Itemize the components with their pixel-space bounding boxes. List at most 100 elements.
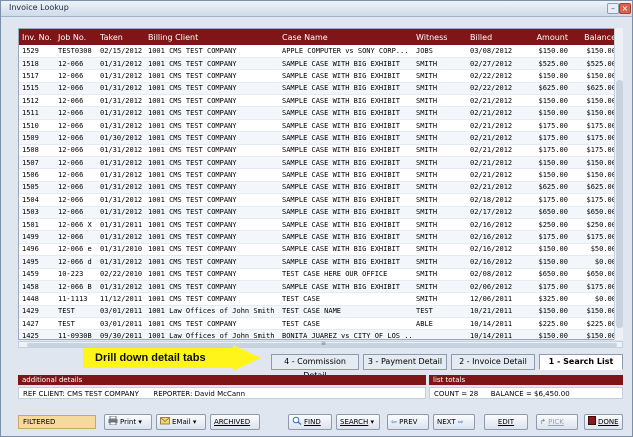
table-cell: 1001 CMS TEST COMPANY	[145, 156, 279, 170]
table-cell: SAMPLE CASE WITH BIG EXHIBIT	[279, 106, 413, 120]
table-row[interactable]: 1529 TEST0308 02/15/2012 1001 CMS TEST COMP…	[19, 45, 619, 58]
table-cell: $0.00	[571, 292, 619, 306]
column-header[interactable]: Billing Client	[145, 29, 279, 45]
table-cell: $250.00	[571, 218, 619, 232]
table-row[interactable]: 1503 12-066 01/31/2012 1001 CMS TEST COMPAN…	[19, 206, 619, 219]
column-header[interactable]: Job No.	[55, 29, 97, 45]
table-row[interactable]: 1427 TEST 03/01/2011 1001 CMS TEST COMPANY T…	[19, 317, 619, 331]
column-header[interactable]: Taken	[97, 29, 145, 45]
table-row[interactable]: 1429 TEST 03/01/2011 1001 Law Offices of Jo…	[19, 305, 619, 319]
table-cell: SMITH	[413, 255, 467, 269]
email-icon	[160, 417, 170, 425]
print-button[interactable]: Print ▾	[104, 414, 152, 430]
table-row[interactable]: 1425 11-0930B 09/30/2011 1001 Law Offices o…	[19, 329, 619, 339]
table-cell: $150.00	[525, 69, 571, 83]
table-cell: $150.00	[571, 45, 619, 58]
search-label: SEARCH	[340, 418, 369, 426]
table-cell: 03/01/2011	[97, 317, 145, 331]
column-header[interactable]: Case Name	[279, 29, 413, 45]
table-cell: SMITH	[413, 206, 467, 219]
table-cell: $175.00	[571, 144, 619, 158]
table-row[interactable]: 1501 12-066 X 01/31/2011 1001 CMS TEST COMP…	[19, 218, 619, 232]
table-row[interactable]: 1458 12-066 B 01/31/2012 1001 CMS TEST COMP…	[19, 280, 619, 294]
column-header[interactable]: Balance	[571, 29, 619, 45]
table-cell: 01/31/2012	[97, 119, 145, 133]
minimize-icon[interactable]: –	[607, 3, 619, 14]
done-button[interactable]: DONE	[584, 414, 623, 430]
tab-invoice-detail[interactable]: 2 - Invoice Detail	[451, 354, 535, 370]
table-cell: 1504	[19, 193, 55, 207]
find-button[interactable]: FIND	[288, 414, 332, 430]
table-cell: SAMPLE CASE WITH BIG EXHIBIT	[279, 230, 413, 244]
table-cell: $150.00	[525, 106, 571, 120]
table-cell: 01/31/2010	[97, 243, 145, 257]
search-button[interactable]: SEARCH ▾	[336, 414, 380, 430]
prev-label: PREV	[399, 418, 418, 426]
table-cell: $175.00	[571, 131, 619, 145]
tab-payment-detail[interactable]: 3 - Payment Detail	[363, 354, 447, 370]
archived-button[interactable]: ARCHIVED	[210, 414, 260, 430]
table-cell: SMITH	[413, 69, 467, 83]
table-row[interactable]: 1518 12-066 01/31/2012 1001 CMS TEST COMPAN…	[19, 57, 619, 71]
table-cell: 01/31/2012	[97, 156, 145, 170]
table-cell: 1505	[19, 181, 55, 195]
table-row[interactable]: 1508 12-066 01/31/2012 1001 CMS TEST COMPAN…	[19, 144, 619, 158]
table-cell: SAMPLE CASE WITH BIG EXHIBIT	[279, 144, 413, 158]
window-title: Invoice Lookup	[9, 3, 69, 12]
vertical-scroll-thumb[interactable]	[616, 80, 623, 328]
table-cell: 12-066	[55, 106, 97, 120]
close-icon[interactable]: ×	[619, 3, 631, 14]
table-row[interactable]: 1509 12-066 01/30/2012 1001 CMS TEST COMPAN…	[19, 131, 619, 145]
table-cell: SAMPLE CASE WITH BIG EXHIBIT	[279, 255, 413, 269]
table-cell: $175.00	[571, 119, 619, 133]
tab-commission-detail[interactable]: 4 - Commission Detail	[271, 354, 359, 380]
column-header[interactable]: Billed	[467, 29, 525, 45]
table-cell: 12-066	[55, 131, 97, 145]
table-cell: ABLE	[413, 317, 467, 331]
column-header[interactable]: Inv. No.	[19, 29, 55, 45]
table-cell: $175.00	[525, 230, 571, 244]
table-cell: TEST	[413, 305, 467, 319]
table-row[interactable]: 1507 12-066 01/31/2012 1001 CMS TEST COMPAN…	[19, 156, 619, 170]
table-cell: SMITH	[413, 218, 467, 232]
table-cell: $150.00	[571, 69, 619, 83]
table-row[interactable]: 1495 12-066 d 01/31/2012 1001 CMS TEST COMP…	[19, 255, 619, 269]
table-cell: 11/12/2011	[97, 292, 145, 306]
vertical-scrollbar[interactable]	[614, 28, 623, 340]
pick-button[interactable]: ↱ PICK	[536, 414, 578, 430]
table-row[interactable]: 1499 12-066 01/31/2012 1001 CMS TEST COMPAN…	[19, 230, 619, 244]
table-cell: 12-066	[55, 156, 97, 170]
edit-button[interactable]: EDIT	[484, 414, 528, 430]
table-row[interactable]: 1504 12-066 01/31/2012 1001 CMS TEST COMPAN…	[19, 193, 619, 207]
table-cell: 02/15/2012	[97, 45, 145, 58]
table-cell: 02/21/2012	[467, 181, 525, 195]
column-header[interactable]: Amount	[525, 29, 571, 45]
table-row[interactable]: 1448 11-1113 11/12/2011 1001 CMS TEST COMPA…	[19, 292, 619, 306]
table-row[interactable]: 1517 12-066 01/31/2012 1001 CMS TEST COMPAN…	[19, 69, 619, 83]
table-row[interactable]: 1512 12-066 01/31/2012 1001 CMS TEST COMPAN…	[19, 94, 619, 108]
table-cell: $175.00	[525, 193, 571, 207]
table-row[interactable]: 1459 10-223 02/22/2010 1001 CMS TEST COMPAN…	[19, 268, 619, 281]
table-cell: $525.00	[571, 57, 619, 71]
table-cell: 02/21/2012	[467, 106, 525, 120]
table-cell: 02/21/2012	[467, 94, 525, 108]
table-cell: $175.00	[571, 230, 619, 244]
table-cell: $175.00	[525, 280, 571, 294]
table-cell: 1001 CMS TEST COMPANY	[145, 181, 279, 195]
table-cell: $650.00	[571, 268, 619, 281]
invoice-grid: Inv. No. Job No. Taken Billing Client Case N…	[18, 28, 623, 340]
table-cell: $150.00	[571, 94, 619, 108]
table-row[interactable]: 1515 12-066 01/31/2012 1001 CMS TEST COMPAN…	[19, 82, 619, 96]
table-row[interactable]: 1496 12-066 e 01/31/2010 1001 CMS TEST COMP…	[19, 243, 619, 257]
table-row[interactable]: 1505 12-066 01/31/2012 1001 CMS TEST COMPAN…	[19, 181, 619, 195]
table-row[interactable]: 1510 12-066 01/31/2012 1001 CMS TEST COMPAN…	[19, 119, 619, 133]
email-button[interactable]: EMail ▾	[156, 414, 206, 430]
table-row[interactable]: 1511 12-066 01/31/2012 1001 CMS TEST COMPAN…	[19, 106, 619, 120]
table-cell: SMITH	[413, 243, 467, 257]
table-cell: 03/08/2012	[467, 45, 525, 58]
table-row[interactable]: 1506 12-066 01/31/2012 1001 CMS TEST COMPAN…	[19, 168, 619, 182]
tab-search-list[interactable]: 1 - Search List	[539, 354, 623, 370]
prev-button[interactable]: ⇦ PREV	[387, 414, 429, 430]
next-button[interactable]: NEXT ⇨	[433, 414, 475, 430]
column-header[interactable]: Witness	[413, 29, 467, 45]
